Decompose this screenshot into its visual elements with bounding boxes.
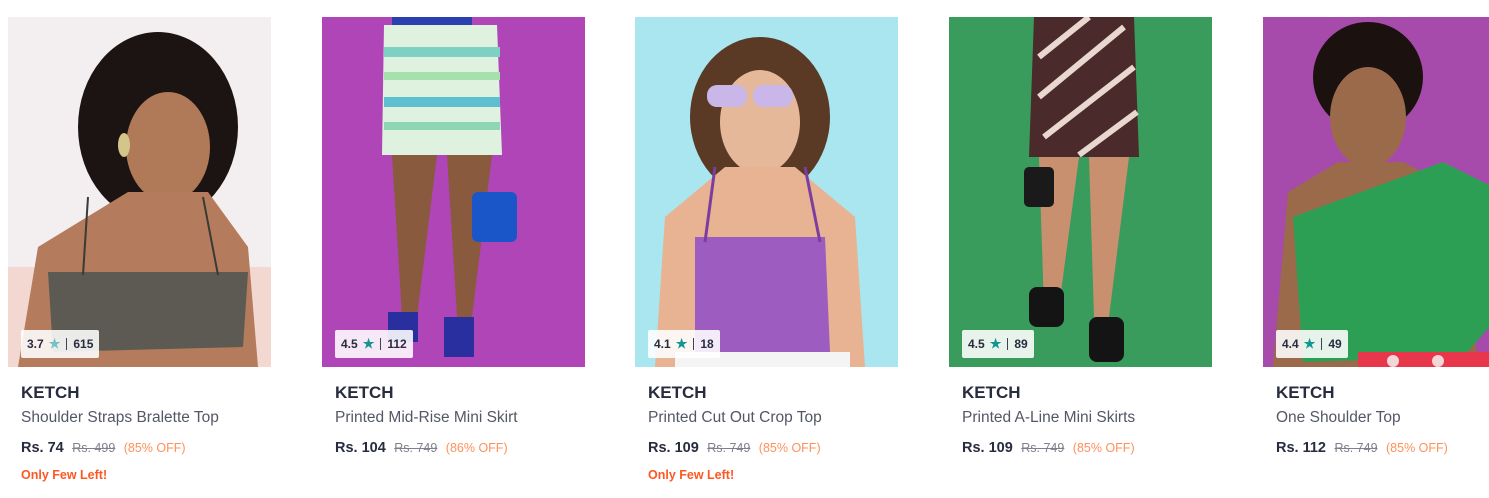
product-price: Rs. 109 [962, 440, 1013, 456]
product-image[interactable]: 4.5 ★ 112 [322, 17, 585, 367]
product-image[interactable]: 4.4 ★ 49 [1263, 17, 1489, 367]
stock-note: Only Few Left! [648, 468, 735, 482]
product-card[interactable]: 4.5 ★ 112 KETCH Printed Mid-Rise Mini Sk… [322, 17, 585, 495]
product-card[interactable]: 4.1 ★ 18 KETCH Printed Cut Out Crop Top … [635, 17, 898, 495]
product-price: Rs. 109 [648, 440, 699, 456]
product-photo [322, 17, 585, 367]
divider [1321, 338, 1323, 350]
product-name: Printed Mid-Rise Mini Skirt [335, 409, 518, 426]
product-photo [8, 17, 271, 367]
rating-badge: 4.4 ★ 49 [1276, 330, 1348, 358]
star-icon: ★ [362, 336, 375, 351]
rating-value: 4.5 [968, 337, 985, 351]
product-name: Printed Cut Out Crop Top [648, 409, 822, 426]
star-icon: ★ [1303, 336, 1316, 351]
product-price: Rs. 112 [1276, 440, 1326, 456]
product-price: Rs. 74 [21, 440, 64, 456]
product-mrp: Rs. 749 [707, 441, 751, 455]
product-image[interactable]: 4.1 ★ 18 [635, 17, 898, 367]
product-brand: KETCH [335, 383, 394, 402]
rating-value: 4.4 [1282, 337, 1299, 351]
price-row: Rs. 112 Rs. 749 (85% OFF) [1276, 438, 1489, 458]
rating-value: 3.7 [27, 337, 44, 351]
product-brand: KETCH [648, 383, 707, 402]
rating-count: 49 [1328, 337, 1342, 351]
star-icon: ★ [48, 336, 61, 351]
price-row: Rs. 109 Rs. 749 (85% OFF) [962, 438, 1212, 458]
divider [66, 338, 68, 350]
price-row: Rs. 109 Rs. 749 (85% OFF) [648, 438, 898, 458]
product-name: Printed A-Line Mini Skirts [962, 409, 1136, 426]
product-photo [1263, 17, 1489, 367]
product-mrp: Rs. 749 [394, 441, 438, 455]
rating-count: 615 [73, 337, 94, 351]
star-icon: ★ [989, 336, 1002, 351]
divider [380, 338, 382, 350]
product-mrp: Rs. 749 [1334, 441, 1378, 455]
product-price: Rs. 104 [335, 440, 386, 456]
product-photo [949, 17, 1212, 367]
product-name: One Shoulder Top [1276, 409, 1401, 426]
rating-badge: 3.7 ★ 615 [21, 330, 100, 358]
product-discount: (85% OFF) [1072, 441, 1135, 455]
product-brand: KETCH [962, 383, 1021, 402]
product-card[interactable]: 3.7 ★ 615 KETCH Shoulder Straps Bralette… [8, 17, 271, 495]
product-mrp: Rs. 499 [72, 441, 116, 455]
product-card[interactable]: 4.4 ★ 49 KETCH One Shoulder Top Rs. 112 … [1263, 17, 1489, 495]
product-name: Shoulder Straps Bralette Top [21, 409, 219, 426]
product-image[interactable]: 3.7 ★ 615 [8, 17, 271, 367]
rating-badge: 4.5 ★ 112 [335, 330, 413, 358]
product-discount: (86% OFF) [445, 441, 508, 455]
price-row: Rs. 104 Rs. 749 (86% OFF) [335, 438, 585, 458]
rating-value: 4.1 [654, 337, 671, 351]
product-brand: KETCH [1276, 383, 1335, 402]
product-discount: (85% OFF) [123, 441, 186, 455]
product-mrp: Rs. 749 [1021, 441, 1065, 455]
rating-count: 89 [1014, 337, 1028, 351]
stock-note: Only Few Left! [21, 468, 108, 482]
product-discount: (85% OFF) [758, 441, 821, 455]
product-image[interactable]: 4.5 ★ 89 [949, 17, 1212, 367]
price-row: Rs. 74 Rs. 499 (85% OFF) [21, 438, 271, 458]
product-card[interactable]: 4.5 ★ 89 KETCH Printed A-Line Mini Skirt… [949, 17, 1212, 495]
product-brand: KETCH [21, 383, 80, 402]
divider [1007, 338, 1009, 350]
rating-count: 18 [700, 337, 714, 351]
product-photo [635, 17, 898, 367]
product-grid: 3.7 ★ 615 KETCH Shoulder Straps Bralette… [0, 0, 1489, 498]
product-discount: (85% OFF) [1386, 441, 1448, 455]
star-icon: ★ [675, 336, 688, 351]
rating-badge: 4.5 ★ 89 [962, 330, 1034, 358]
rating-value: 4.5 [341, 337, 358, 351]
rating-count: 112 [387, 337, 407, 351]
rating-badge: 4.1 ★ 18 [648, 330, 720, 358]
divider [693, 338, 695, 350]
